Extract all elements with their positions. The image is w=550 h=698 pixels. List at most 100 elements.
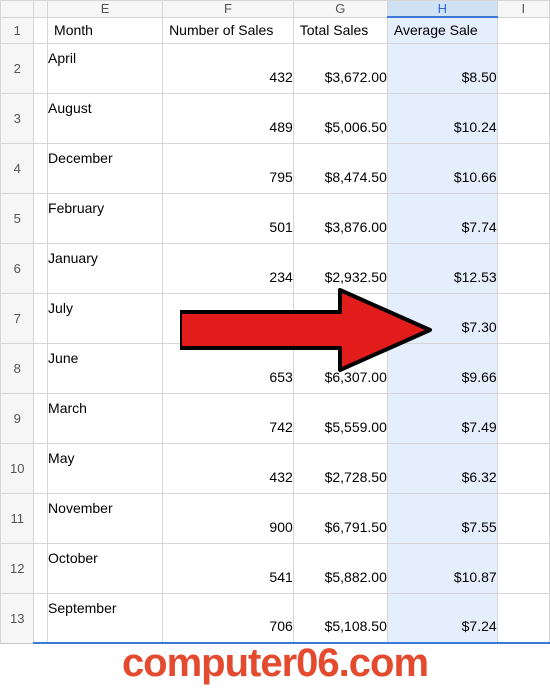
cell-num[interactable]: 900 [163,493,294,543]
cell[interactable] [497,93,549,143]
cell[interactable] [497,193,549,243]
cell[interactable] [34,343,48,393]
cell-month[interactable]: November [48,493,163,543]
cell-total[interactable]: $5,006.50 [293,93,387,143]
cell[interactable] [34,93,48,143]
col-header-H[interactable]: H [387,1,497,18]
cell[interactable] [497,343,549,393]
cell-month[interactable]: May [48,443,163,493]
col-header-I[interactable]: I [497,1,549,18]
cell-month[interactable]: April [48,43,163,93]
cell[interactable] [497,393,549,443]
cell-total[interactable]: $6,791.50 [293,493,387,543]
cell-avg[interactable]: $7.30 [387,293,497,343]
row-header[interactable]: 8 [1,343,34,393]
select-all-corner[interactable] [1,1,34,18]
cell-num[interactable]: 706 [163,593,294,643]
spreadsheet-grid[interactable]: E F G H I 1 Month Number of Sales Total … [0,0,550,644]
header-total-sales[interactable]: Total Sales [293,17,387,43]
row-header[interactable]: 2 [1,43,34,93]
cell-num[interactable]: 795 [163,143,294,193]
row-header[interactable]: 5 [1,193,34,243]
cell-avg[interactable]: $7.49 [387,393,497,443]
cell-avg[interactable]: $10.24 [387,93,497,143]
cell[interactable] [497,543,549,593]
cell-avg[interactable]: $9.66 [387,343,497,393]
cell[interactable] [497,143,549,193]
cell-total[interactable]: $8,474.50 [293,143,387,193]
cell-month[interactable]: August [48,93,163,143]
cell[interactable] [34,593,48,643]
row-header[interactable]: 12 [1,543,34,593]
row-header[interactable]: 9 [1,393,34,443]
cell-num[interactable]: 541 [163,543,294,593]
cell[interactable] [497,443,549,493]
cell[interactable] [34,543,48,593]
cell-avg[interactable]: $10.87 [387,543,497,593]
cell[interactable] [34,17,48,43]
row-header[interactable]: 10 [1,443,34,493]
cell[interactable] [497,243,549,293]
cell-avg[interactable]: $7.55 [387,493,497,543]
cell-month[interactable]: October [48,543,163,593]
cell-total[interactable]: $2,728.50 [293,443,387,493]
header-num-sales[interactable]: Number of Sales [163,17,294,43]
cell-total[interactable]: $3,876.00 [293,193,387,243]
row-header[interactable]: 3 [1,93,34,143]
cell-avg[interactable]: $7.24 [387,593,497,643]
cell[interactable] [497,17,549,43]
cell[interactable] [34,293,48,343]
cell-avg[interactable]: $12.53 [387,243,497,293]
header-month[interactable]: Month [48,17,163,43]
cell-total[interactable]: $5,108.50 [293,593,387,643]
cell[interactable] [34,493,48,543]
cell-num[interactable]: 489 [163,93,294,143]
cell-num[interactable]: 432 [163,43,294,93]
cell[interactable] [497,43,549,93]
cell[interactable] [34,193,48,243]
cell-month[interactable]: September [48,593,163,643]
col-header-F[interactable]: F [163,1,294,18]
cell[interactable] [34,243,48,293]
cell-month[interactable]: June [48,343,163,393]
row-header[interactable]: 11 [1,493,34,543]
cell-total[interactable]: $4,607.00 [293,293,387,343]
cell-avg[interactable]: $10.66 [387,143,497,193]
cell-month[interactable]: March [48,393,163,443]
cell-avg[interactable]: $7.74 [387,193,497,243]
cell[interactable] [497,593,549,643]
col-header-E[interactable]: E [48,1,163,18]
cell[interactable] [34,443,48,493]
header-avg-sale[interactable]: Average Sale [387,17,497,43]
row-header[interactable]: 4 [1,143,34,193]
col-header-G[interactable]: G [293,1,387,18]
cell-month[interactable]: January [48,243,163,293]
row-header[interactable]: 7 [1,293,34,343]
col-gutter[interactable] [34,1,48,18]
cell-total[interactable]: $2,932.50 [293,243,387,293]
row-header-1[interactable]: 1 [1,17,34,43]
cell-num[interactable]: 432 [163,443,294,493]
cell[interactable] [34,143,48,193]
cell-total[interactable]: $3,672.00 [293,43,387,93]
cell-month[interactable]: July [48,293,163,343]
cell-month[interactable]: December [48,143,163,193]
cell-total[interactable]: $6,307.00 [293,343,387,393]
cell-num[interactable]: 631 [163,293,294,343]
row-header[interactable]: 13 [1,593,34,643]
row-header[interactable]: 6 [1,243,34,293]
cell[interactable] [497,293,549,343]
cell-month[interactable]: February [48,193,163,243]
cell-total[interactable]: $5,882.00 [293,543,387,593]
cell-avg[interactable]: $8.50 [387,43,497,93]
cell-total[interactable]: $5,559.00 [293,393,387,443]
cell-num[interactable]: 742 [163,393,294,443]
cell-avg[interactable]: $6.32 [387,443,497,493]
cell-num[interactable]: 501 [163,193,294,243]
cell-num[interactable]: 234 [163,243,294,293]
table-row: 4 December 795 $8,474.50 $10.66 [1,143,550,193]
cell[interactable] [497,493,549,543]
cell-num[interactable]: 653 [163,343,294,393]
cell[interactable] [34,43,48,93]
cell[interactable] [34,393,48,443]
